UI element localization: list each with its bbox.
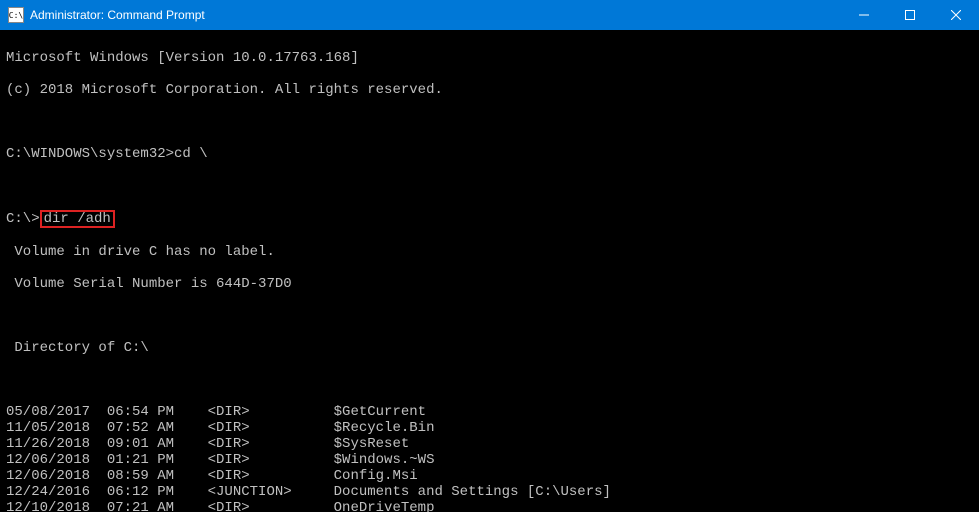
close-button[interactable] <box>933 0 979 30</box>
prompt-command: cd \ <box>174 146 208 162</box>
dir-entry: 12/24/2016 06:12 PM <JUNCTION> Documents… <box>6 484 973 500</box>
prompt-prefix: C:\> <box>6 211 40 227</box>
blank-line <box>6 308 973 324</box>
dir-entry: 12/06/2018 01:21 PM <DIR> $Windows.~WS <box>6 452 973 468</box>
dir-entry: 12/06/2018 08:59 AM <DIR> Config.Msi <box>6 468 973 484</box>
cmd-window: C:\ Administrator: Command Prompt Micros… <box>0 0 979 512</box>
maximize-icon <box>905 10 915 20</box>
dir-entry: 12/10/2018 07:21 AM <DIR> OneDriveTemp <box>6 500 973 512</box>
prompt-prefix: C:\WINDOWS\system32> <box>6 146 174 162</box>
cmd-icon: C:\ <box>8 7 24 23</box>
volume-line: Volume in drive C has no label. <box>6 244 973 260</box>
serial-line: Volume Serial Number is 644D-37D0 <box>6 276 973 292</box>
blank-line <box>6 372 973 388</box>
prompt-line-1: C:\WINDOWS\system32>cd \ <box>6 146 973 162</box>
dir-entry: 11/26/2018 09:01 AM <DIR> $SysReset <box>6 436 973 452</box>
prompt-line-2: C:\>dir /adh <box>6 210 973 228</box>
blank-line <box>6 114 973 130</box>
copyright-line: (c) 2018 Microsoft Corporation. All righ… <box>6 82 973 98</box>
dir-entry: 11/05/2018 07:52 AM <DIR> $Recycle.Bin <box>6 420 973 436</box>
dir-entry: 05/08/2017 06:54 PM <DIR> $GetCurrent <box>6 404 973 420</box>
window-title: Administrator: Command Prompt <box>30 8 205 22</box>
version-line: Microsoft Windows [Version 10.0.17763.16… <box>6 50 973 66</box>
minimize-button[interactable] <box>841 0 887 30</box>
directory-of-line: Directory of C:\ <box>6 340 973 356</box>
minimize-icon <box>859 10 869 20</box>
blank-line <box>6 178 973 194</box>
highlighted-command: dir /adh <box>40 210 115 228</box>
close-icon <box>951 10 961 20</box>
terminal-output[interactable]: Microsoft Windows [Version 10.0.17763.16… <box>0 30 979 512</box>
maximize-button[interactable] <box>887 0 933 30</box>
titlebar[interactable]: C:\ Administrator: Command Prompt <box>0 0 979 30</box>
